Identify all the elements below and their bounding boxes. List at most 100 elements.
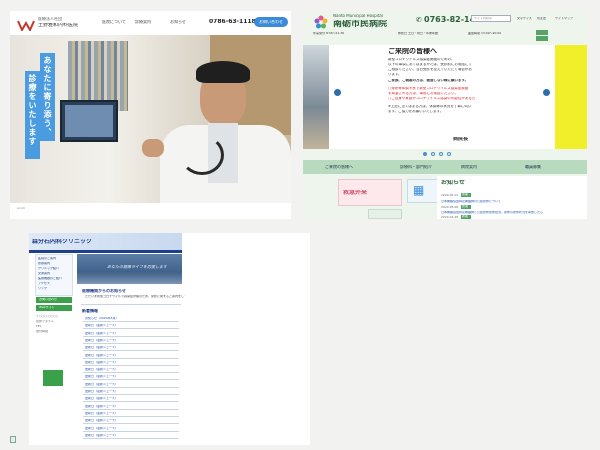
- contact-button[interactable]: お問い合わせ: [254, 17, 288, 27]
- notice-line-3: ご相談ください。当日受診を控えていただく場合があ: [388, 68, 472, 71]
- hours-1: 外来受付 8:30〜11:30: [313, 32, 345, 35]
- sidebar-item-6[interactable]: リンク: [38, 287, 47, 290]
- menu-item-visitors[interactable]: ご来院の皆様へ: [325, 165, 353, 169]
- news-date-1: 2020.05.12: [441, 194, 459, 197]
- notice-red-3: □ご自身や家族がコロナウイルス感染の可能性がある方: [388, 97, 476, 100]
- sidebar-button-web[interactable]: Webサイト: [36, 305, 72, 311]
- address-1: 〒○○○-○○○○: [36, 315, 59, 318]
- sidebar-item-5[interactable]: アクセス: [38, 282, 50, 285]
- sidebar-item-0[interactable]: 医院のご案内: [38, 257, 56, 260]
- news-list-divider: [83, 325, 179, 330]
- notice-red-1: □発熱等体調不良で新型コロナウイルス感染症検査: [388, 87, 469, 90]
- notice-line-5: ご家族、ご親戚の方は、面会しない様に願います。: [388, 79, 469, 82]
- main-menu: ご来院の皆様へ 診療科・部門紹介 病院案内 職員募集: [303, 160, 587, 174]
- notice-signature: 病院長: [453, 137, 469, 142]
- sidebar-qr: [43, 370, 63, 386]
- hero-copy-2: 診療をいたします: [25, 71, 40, 159]
- news-list-divider: [83, 435, 179, 439]
- hero-image: あなたに寄り添う、 診療をいたします: [10, 35, 291, 203]
- slider-prev-button[interactable]: [334, 89, 341, 96]
- screenshot-nanto-hospital: Nanto Municipal Hospital 南砺市民病院 ✆ 0763-8…: [303, 11, 587, 219]
- nav-item-about[interactable]: 医院について: [102, 20, 126, 24]
- stethoscope: [180, 135, 224, 175]
- news-list-divider: [83, 333, 179, 337]
- sidebar-button-contact[interactable]: お問い合わせ: [36, 297, 72, 303]
- news-badge-1: 新着: [461, 193, 471, 197]
- brand-small-text: 医療法人社団: [38, 17, 62, 21]
- screenshot-naika-clinic: 医療法人社団 土野雅和内科医院 医院について 診療案内 お知らせ 0786-63…: [10, 11, 291, 219]
- address-2: 住所テキスト: [36, 320, 54, 323]
- news-list-divider: [83, 428, 179, 432]
- monitor: [60, 100, 118, 142]
- news-list-divider: [83, 406, 179, 410]
- scroll-indicator[interactable]: scroll: [17, 207, 25, 210]
- news-list-divider: [83, 420, 179, 425]
- sidebar-item-2[interactable]: クリニック紹介: [38, 267, 59, 270]
- badge-green-2: [536, 36, 548, 41]
- notice-line-2: 以下の事項にあてはまるかたは、受診前にお電話にて: [388, 63, 472, 66]
- link-color[interactable]: 色変更: [537, 17, 546, 20]
- clinic-name[interactable]: 森分石内科クリニック: [32, 239, 92, 245]
- news-link-1[interactable]: 日本看護協会特定看護師の公認研修について: [441, 200, 501, 203]
- slider-next-button[interactable]: [543, 89, 550, 96]
- hero-copy-1: あなたに寄り添う、: [40, 53, 55, 141]
- news-heading-3: 新着情報: [82, 309, 98, 313]
- slider-dots[interactable]: [423, 152, 457, 157]
- nav-item-services[interactable]: 診療案内: [135, 20, 151, 24]
- news-list-divider: [83, 340, 179, 344]
- emergency-card[interactable]: 救急外来: [338, 179, 402, 206]
- sidebar-item-1[interactable]: 診療案内: [38, 262, 50, 265]
- menu-item-guide[interactable]: 病院案内: [461, 165, 477, 169]
- divider: [81, 304, 181, 305]
- clinic-header: 森分石内科クリニック: [29, 233, 182, 250]
- news-date-2: 2020.05.08: [441, 206, 459, 209]
- news-list-divider: [83, 347, 179, 352]
- hospital-subtitle: Nanto Municipal Hospital: [333, 14, 383, 18]
- news-list-divider: [83, 376, 179, 381]
- clinic-logo-icon[interactable]: [17, 16, 35, 33]
- info-card[interactable]: [368, 209, 402, 219]
- menu-item-departments[interactable]: 診療科・部門紹介: [400, 165, 432, 169]
- brand-name[interactable]: 土野雅和内科医院: [38, 23, 78, 28]
- search-placeholder: サイト内検索: [474, 17, 493, 20]
- reserve-card[interactable]: ▦: [407, 179, 441, 203]
- sidebar-item-3[interactable]: 交通案内: [38, 272, 50, 275]
- menu-item-recruit[interactable]: 職員募集: [525, 165, 541, 169]
- notice-red-2: を希望される方は、事前にお電話ください。: [388, 92, 458, 95]
- emergency-card-label: 救急外来: [343, 190, 368, 196]
- slider-photo-left: [303, 45, 329, 149]
- hospital-logo-icon[interactable]: [314, 14, 328, 29]
- link-font-size[interactable]: 文字サイズ: [517, 17, 532, 20]
- news-link-2[interactable]: 日本看護協会特定看護師と公認研修研修担当、研修の研修状況を報告したら: [441, 211, 581, 214]
- contact-button-label: お問い合わせ: [259, 20, 283, 24]
- screenshot-clinic-site: 森分石内科クリニック あなたの健康ライフを応援します 医院のご案内 診療案内 ク…: [29, 233, 310, 445]
- news-badge-3: 新着: [461, 215, 471, 219]
- hero-slider: ご来院の皆様へ 新型コロナウイルス感染症関連のための、 以下の事項にあてはまるか…: [303, 45, 587, 149]
- news-list-divider: [83, 355, 179, 359]
- link-sitemap[interactable]: サイトマップ: [555, 17, 573, 20]
- news-badge-2: 新着: [461, 205, 471, 209]
- news-title-overlay: お知らせ: [441, 180, 465, 186]
- calendar-icon: ▦: [413, 184, 425, 196]
- notice-title: ご来院の皆様へ: [388, 48, 437, 55]
- notice-tail-1: ※上記に当てはまる方は、体調等の状況を丁寧に伺い: [388, 105, 472, 108]
- news-list-divider: [83, 362, 179, 366]
- hours-2: 休診日 土日・祝日・年末年始: [398, 32, 438, 35]
- hero-banner: あなたの健康ライフを応援します: [77, 254, 182, 284]
- news-list-divider: [83, 398, 179, 403]
- broken-image-icon: [10, 436, 16, 443]
- sidebar-item-4[interactable]: 医療機器のご紹介: [38, 277, 62, 280]
- nav-item-news[interactable]: お知らせ: [170, 20, 186, 24]
- notice-line-1: 新型コロナウイルス感染症関連のための、: [388, 58, 455, 61]
- header-phone[interactable]: 0786-63-1118: [209, 19, 256, 25]
- doctor-hair: [196, 61, 250, 83]
- address-3: TEL: [36, 325, 42, 328]
- site-search-input[interactable]: サイト内検索: [471, 15, 511, 22]
- hospital-title[interactable]: 南砺市民病院: [333, 20, 387, 29]
- news-list-divider: [83, 384, 179, 388]
- news-list-divider: [83, 391, 179, 395]
- notice-tail-2: ます。ご協力をお願いいたします。: [388, 110, 444, 113]
- info-heading: 医療機関からのお知らせ: [82, 289, 126, 293]
- header-strip: [29, 250, 182, 253]
- info-text: ただいま新型コロナウイルス感染症対策のため、受診に関するご案内をしております。: [85, 295, 185, 298]
